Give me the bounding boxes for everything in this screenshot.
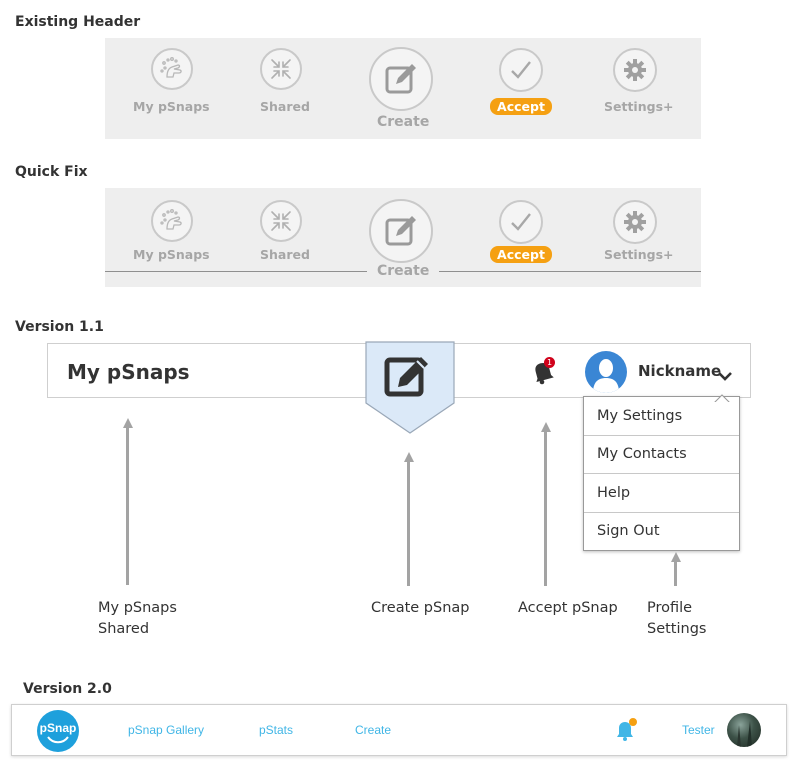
caption-line: My pSnaps bbox=[98, 600, 177, 616]
caption-profile-settings: Profile Settings bbox=[647, 598, 706, 640]
my-psnaps-icon[interactable] bbox=[151, 48, 193, 90]
shared-icon[interactable] bbox=[260, 48, 302, 90]
shared-icon[interactable] bbox=[260, 200, 302, 242]
caption-my-psnaps: My pSnaps Shared bbox=[98, 598, 177, 640]
menu-item-my-contacts[interactable]: My Contacts bbox=[584, 435, 739, 474]
divider-left bbox=[105, 271, 367, 272]
settings-gear-icon[interactable] bbox=[613, 48, 657, 92]
quick-fix-header: My pSnaps Shared Create Accept Settings+ bbox=[105, 188, 701, 287]
notification-badge: 1 bbox=[544, 357, 555, 368]
caption-line: Shared bbox=[98, 621, 150, 637]
page-title: My pSnaps bbox=[67, 360, 190, 384]
section-title-v11: Version 1.1 bbox=[15, 319, 104, 335]
create-icon[interactable] bbox=[369, 199, 433, 263]
caption-line: Profile bbox=[647, 600, 693, 616]
accept-check-icon[interactable] bbox=[499, 48, 543, 92]
arrow-shaft bbox=[674, 561, 677, 586]
create-label[interactable]: Create bbox=[377, 263, 429, 279]
create-label[interactable]: Create bbox=[377, 114, 429, 130]
caption-line: Settings bbox=[647, 621, 707, 637]
accept-check-icon[interactable] bbox=[499, 200, 543, 244]
smile-icon bbox=[47, 736, 69, 744]
dropdown-caret bbox=[712, 388, 732, 404]
accept-badge[interactable]: Accept bbox=[490, 246, 552, 263]
nickname-label[interactable]: Nickname bbox=[638, 362, 721, 380]
my-psnaps-label[interactable]: My pSnaps bbox=[133, 247, 210, 262]
settings-label[interactable]: Settings+ bbox=[604, 99, 673, 114]
user-name[interactable]: Tester bbox=[682, 723, 715, 737]
section-title-quick-fix: Quick Fix bbox=[15, 164, 88, 180]
my-psnaps-label[interactable]: My pSnaps bbox=[133, 99, 210, 114]
arrow-shaft bbox=[407, 461, 410, 586]
section-title-existing: Existing Header bbox=[15, 14, 141, 30]
notification-bell-icon[interactable]: 1 bbox=[530, 357, 556, 386]
settings-label[interactable]: Settings+ bbox=[604, 247, 673, 262]
existing-header: My pSnaps Shared Create Accept Settings+ bbox=[105, 38, 701, 139]
menu-item-sign-out[interactable]: Sign Out bbox=[584, 512, 739, 550]
arrow-shaft bbox=[126, 427, 129, 585]
nav-create[interactable]: Create bbox=[355, 723, 391, 737]
menu-item-help[interactable]: Help bbox=[584, 474, 739, 513]
notification-bell-icon[interactable] bbox=[613, 717, 639, 743]
v20-header: pSnap pSnap Gallery pStats Create Tester bbox=[11, 704, 787, 756]
create-psnap-button[interactable] bbox=[365, 341, 455, 434]
caption-accept-psnap: Accept pSnap bbox=[518, 600, 618, 616]
section-title-v20: Version 2.0 bbox=[23, 681, 112, 697]
chevron-down-icon[interactable] bbox=[718, 366, 732, 381]
shared-label[interactable]: Shared bbox=[260, 247, 310, 262]
create-icon[interactable] bbox=[369, 47, 433, 111]
nav-pstats[interactable]: pStats bbox=[259, 723, 293, 737]
nav-psnap-gallery[interactable]: pSnap Gallery bbox=[128, 723, 204, 737]
shared-label[interactable]: Shared bbox=[260, 99, 310, 114]
logo-text: pSnap bbox=[39, 721, 77, 735]
psnap-logo[interactable]: pSnap bbox=[37, 710, 79, 752]
my-psnaps-icon[interactable] bbox=[151, 200, 193, 242]
accept-badge[interactable]: Accept bbox=[490, 98, 552, 115]
divider-right bbox=[439, 271, 701, 272]
avatar[interactable] bbox=[585, 351, 627, 393]
settings-gear-icon[interactable] bbox=[613, 200, 657, 244]
profile-dropdown-menu: My Settings My Contacts Help Sign Out bbox=[583, 396, 740, 551]
avatar[interactable] bbox=[727, 713, 761, 747]
arrow-shaft bbox=[544, 431, 547, 586]
caption-create-psnap: Create pSnap bbox=[371, 600, 470, 616]
